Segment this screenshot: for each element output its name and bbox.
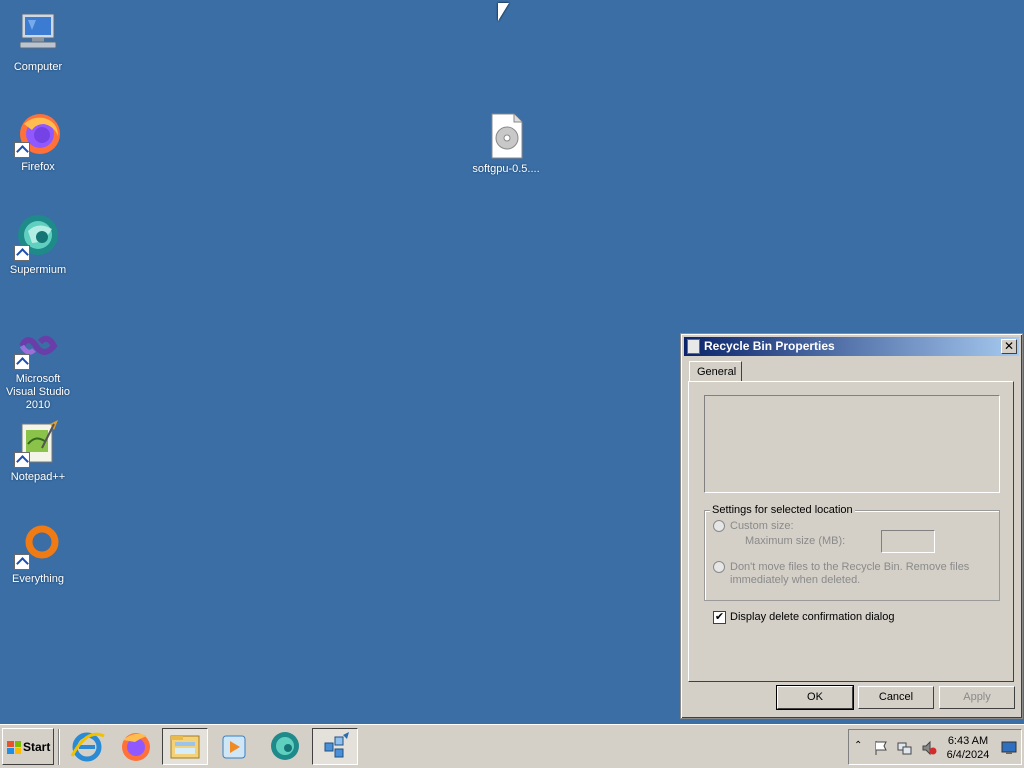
- volume-muted-icon[interactable]: [921, 740, 937, 756]
- desktop-icon-softgpu[interactable]: softgpu-0.5....: [468, 112, 544, 176]
- desktop-icon-everything[interactable]: Everything: [0, 522, 76, 586]
- network-window-icon: [324, 732, 349, 758]
- desktop-icon-notepadpp[interactable]: Notepad++: [0, 420, 76, 484]
- visual-studio-icon: [14, 322, 62, 370]
- start-button[interactable]: Start: [2, 728, 54, 765]
- desktop-icon-visual-studio[interactable]: Microsoft Visual Studio 2010: [0, 322, 76, 412]
- clock[interactable]: 6:43 AM 6/4/2024: [943, 734, 993, 762]
- folder-icon: [170, 735, 200, 759]
- desktop-icon-firefox[interactable]: Firefox: [0, 110, 76, 174]
- taskbar-separator: [58, 729, 60, 765]
- supermium-icon: [271, 732, 299, 760]
- windows-logo-icon: [7, 741, 21, 754]
- computer-icon: [14, 10, 62, 58]
- taskbar: Start ⌃ 6:43 AM 6/4/2024: [0, 724, 1024, 768]
- max-size-label: Maximum size (MB):: [745, 535, 846, 547]
- desktop-icon-label: Microsoft Visual Studio 2010: [5, 373, 70, 411]
- desktop-icon-label: Everything: [12, 573, 64, 585]
- desktop-icon-computer[interactable]: Computer: [0, 10, 76, 74]
- mouse-cursor-icon: [498, 3, 509, 21]
- show-desktop-icon[interactable]: [1001, 741, 1017, 755]
- taskbar-firefox[interactable]: [113, 728, 159, 765]
- shortcut-arrow-icon: [14, 245, 30, 261]
- recycle-bin-icon: [687, 339, 700, 354]
- media-player-icon: [222, 735, 246, 759]
- dont-move-files-label-line2: immediately when deleted.: [730, 574, 861, 586]
- firefox-icon: [122, 733, 150, 761]
- desktop-icon-label: Notepad++: [10, 471, 66, 483]
- desktop-icon-label: softgpu-0.5....: [472, 163, 540, 175]
- action-center-flag-icon[interactable]: [873, 740, 889, 756]
- clock-time: 6:43 AM: [947, 735, 989, 747]
- custom-size-radio[interactable]: [713, 520, 725, 532]
- taskbar-supermium[interactable]: [262, 728, 308, 765]
- apply-button[interactable]: Apply: [939, 686, 1015, 709]
- supermium-icon: [14, 213, 62, 261]
- shortcut-arrow-icon: [14, 452, 30, 468]
- confirm-delete-label: Display delete confirmation dialog: [730, 611, 895, 623]
- notepadpp-icon: [14, 420, 62, 468]
- start-label: Start: [23, 740, 51, 754]
- shortcut-arrow-icon: [14, 554, 30, 570]
- dialog-titlebar[interactable]: Recycle Bin Properties ✕: [684, 337, 1019, 356]
- disc-image-file-icon: [482, 112, 530, 160]
- clock-date: 6/4/2024: [946, 749, 990, 761]
- internet-explorer-icon: [70, 732, 105, 762]
- ok-button[interactable]: OK: [776, 685, 854, 710]
- show-hidden-icons-icon[interactable]: ⌃: [854, 740, 862, 751]
- tab-general[interactable]: General: [689, 361, 742, 382]
- dont-move-files-radio[interactable]: [713, 561, 725, 573]
- shortcut-arrow-icon: [14, 354, 30, 370]
- everything-icon: [14, 522, 62, 570]
- system-tray: ⌃ 6:43 AM 6/4/2024: [848, 729, 1022, 765]
- cancel-button[interactable]: Cancel: [858, 686, 934, 709]
- taskbar-media-player[interactable]: [211, 728, 257, 765]
- firefox-icon: [14, 110, 62, 158]
- max-size-input[interactable]: [881, 530, 935, 553]
- dialog-title: Recycle Bin Properties: [704, 339, 835, 353]
- dont-move-files-label-line1: Don't move files to the Recycle Bin. Rem…: [730, 561, 970, 573]
- taskbar-dialog-window[interactable]: [312, 728, 358, 765]
- taskbar-internet-explorer[interactable]: [64, 728, 110, 765]
- custom-size-label: Custom size:: [730, 520, 794, 532]
- recycle-bin-location-list[interactable]: [704, 395, 1000, 493]
- desktop-icon-supermium[interactable]: Supermium: [0, 213, 76, 277]
- shortcut-arrow-icon: [14, 142, 30, 158]
- desktop-icon-label: Computer: [13, 61, 63, 73]
- desktop-icon-label: Firefox: [21, 161, 55, 173]
- desktop-icon-label: Supermium: [9, 264, 67, 276]
- taskbar-explorer[interactable]: [162, 728, 208, 765]
- confirm-delete-checkbox[interactable]: ✔: [713, 611, 726, 624]
- close-button[interactable]: ✕: [1001, 339, 1017, 354]
- settings-group-title: Settings for selected location: [710, 504, 855, 516]
- network-icon[interactable]: [897, 740, 913, 756]
